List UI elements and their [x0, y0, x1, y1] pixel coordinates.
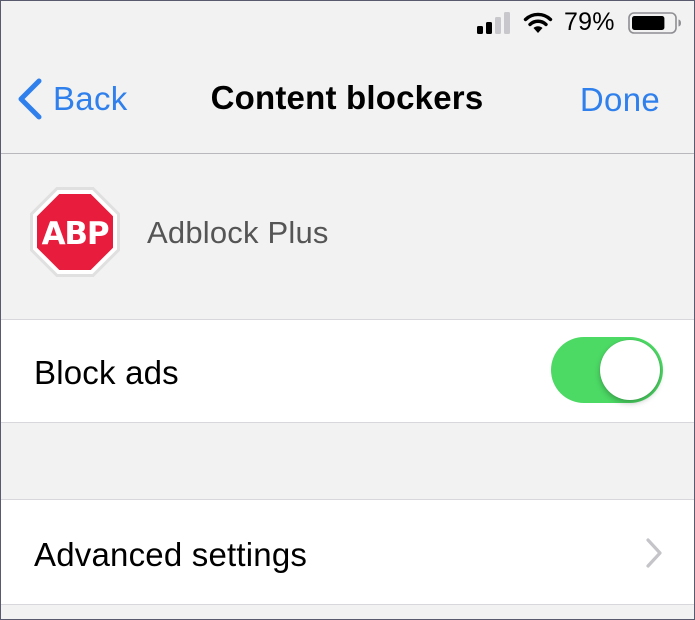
signal-bar [477, 26, 483, 34]
chevron-right-icon [646, 538, 662, 568]
navigation-bar: Back Content blockers Done [1, 45, 694, 154]
signal-bar [495, 17, 501, 34]
advanced-settings-label: Advanced settings [34, 536, 308, 573]
block-ads-label: Block ads [34, 354, 179, 391]
toggle-knob [600, 340, 660, 400]
signal-bar [504, 12, 510, 34]
app-header: ABP Adblock Plus [1, 154, 694, 319]
battery-percent: 79% [564, 8, 615, 36]
app-window: 79% Back Content blockers Done ABP Adblo… [0, 0, 695, 620]
cellular-signal-icon [477, 12, 513, 34]
status-bar: 79% [1, 1, 694, 45]
wifi-icon [523, 12, 553, 33]
block-ads-row: Block ads [1, 319, 694, 423]
section-spacer [1, 423, 694, 499]
advanced-settings-row[interactable]: Advanced settings [1, 499, 694, 605]
done-button[interactable]: Done [580, 81, 660, 119]
abp-logo-text: ABP [42, 216, 109, 252]
app-name: Adblock Plus [147, 215, 329, 250]
block-ads-toggle[interactable] [551, 337, 663, 403]
battery-icon [628, 12, 681, 34]
page-title-text: Content blockers [210, 79, 484, 116]
adblock-plus-logo: ABP [30, 187, 120, 277]
signal-bar [486, 22, 492, 34]
